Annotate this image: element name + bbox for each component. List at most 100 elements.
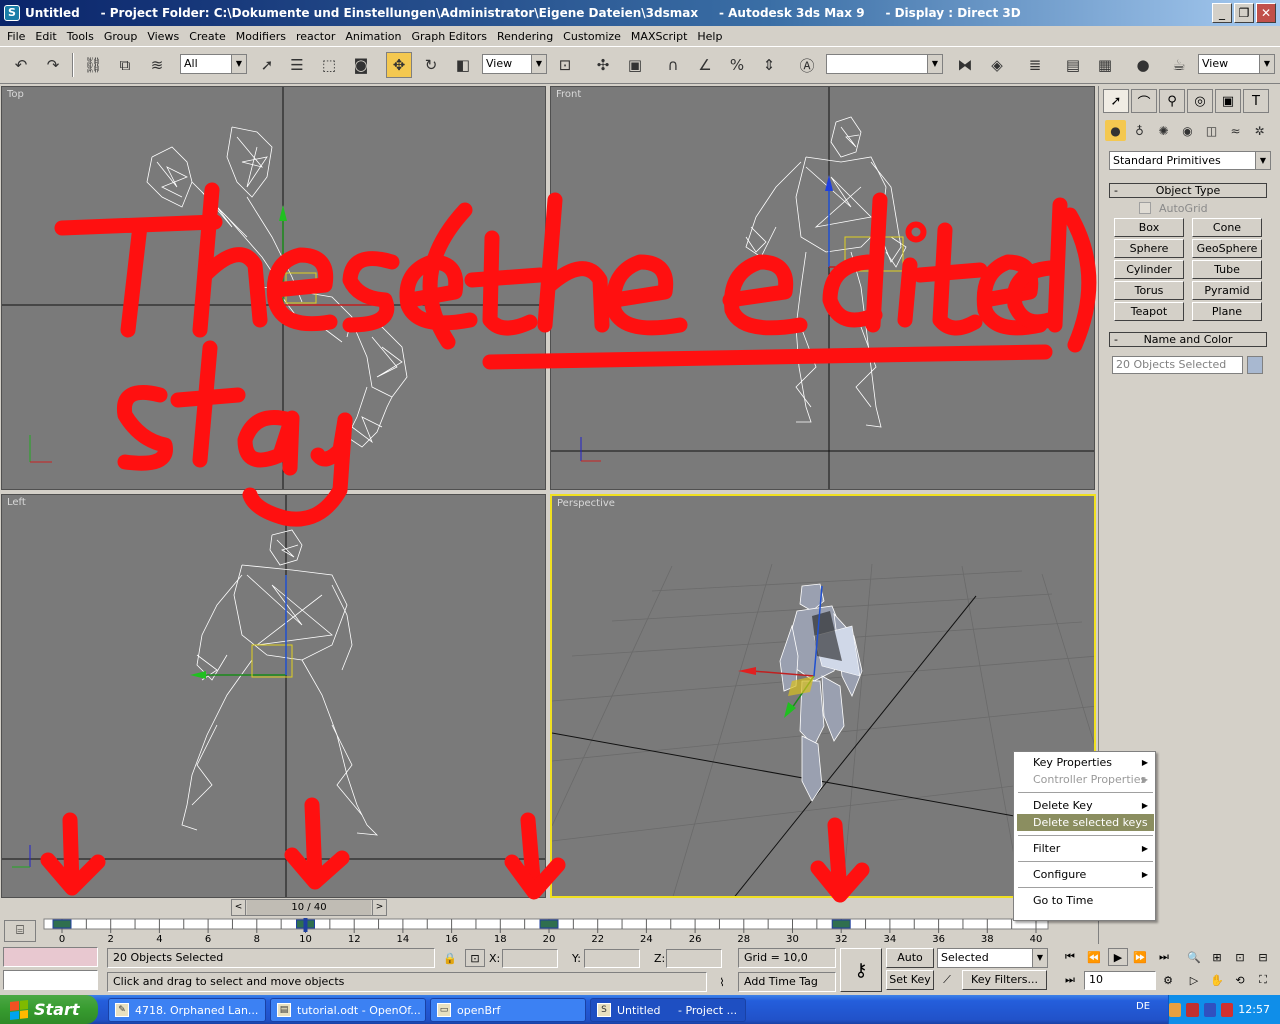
render-scene-icon[interactable]: ☕: [1166, 52, 1192, 78]
box-button[interactable]: Box: [1114, 218, 1184, 237]
autogrid-checkbox[interactable]: AutoGrid: [1139, 202, 1208, 215]
time-configuration-icon[interactable]: ⚙: [1158, 971, 1178, 989]
menu-create[interactable]: Create: [184, 30, 231, 43]
minimize-button[interactable]: _: [1212, 3, 1232, 23]
menu-item-delete-key[interactable]: Delete Key ▶: [1017, 797, 1154, 814]
z-coordinate-field[interactable]: [666, 949, 722, 968]
render-type-dropdown[interactable]: View ▼: [1198, 54, 1275, 74]
absolute-mode-icon[interactable]: ⊡: [465, 949, 485, 967]
chevron-left-icon[interactable]: <: [232, 900, 246, 915]
tray-app-icon[interactable]: [1186, 1002, 1199, 1017]
x-coordinate-field[interactable]: [502, 949, 558, 968]
menu-modifiers[interactable]: Modifiers: [231, 30, 291, 43]
taskbar-item[interactable]: ✎ 4718. Orphaned Lan...: [108, 998, 266, 1022]
viewport-top[interactable]: Top: [1, 86, 546, 490]
name-and-color-rollout[interactable]: - Name and Color: [1109, 332, 1267, 347]
taskbar-item[interactable]: ▭ openBrf: [430, 998, 586, 1022]
menu-item-configure[interactable]: Configure ▶: [1017, 866, 1154, 883]
helpers-icon[interactable]: ◫: [1201, 120, 1222, 141]
primitive-category-dropdown[interactable]: Standard Primitives ▼: [1109, 151, 1271, 170]
close-button[interactable]: ✕: [1256, 3, 1276, 23]
menu-item-go-to-time[interactable]: Go to Time: [1017, 892, 1154, 909]
redo-icon[interactable]: ↷: [40, 52, 66, 78]
lock-selection-icon[interactable]: 🔒: [440, 949, 460, 967]
schematic-view-icon[interactable]: ▦: [1092, 52, 1118, 78]
create-tab-icon[interactable]: ➚: [1103, 89, 1129, 113]
menu-reactor[interactable]: reactor: [291, 30, 340, 43]
time-slider[interactable]: < 10 / 40 >: [231, 899, 387, 916]
maximize-button[interactable]: ❐: [1234, 3, 1254, 23]
add-time-tag-button[interactable]: Add Time Tag: [738, 972, 836, 992]
menu-help[interactable]: Help: [692, 30, 727, 43]
maximize-viewport-icon[interactable]: ⛶: [1253, 971, 1273, 989]
modify-tab-icon[interactable]: ⌒: [1131, 89, 1157, 113]
curve-editor-icon[interactable]: ▤: [1060, 52, 1086, 78]
go-to-end-icon[interactable]: ⏭: [1154, 948, 1174, 966]
menu-item-key-properties[interactable]: Key Properties ▶: [1017, 754, 1154, 771]
menu-views[interactable]: Views: [142, 30, 184, 43]
space-warps-icon[interactable]: ≈: [1225, 120, 1246, 141]
select-link-icon[interactable]: ⛓: [80, 52, 106, 78]
material-editor-icon[interactable]: ●: [1130, 52, 1156, 78]
select-by-name-icon[interactable]: ☰: [284, 52, 310, 78]
tray-app-icon[interactable]: [1203, 1002, 1216, 1017]
taskbar-item[interactable]: S Untitled - Project ...: [590, 998, 746, 1022]
utilities-tab-icon[interactable]: T: [1243, 89, 1269, 113]
zoom-extents-all-icon[interactable]: ⊟: [1253, 948, 1273, 966]
shapes-icon[interactable]: ♁: [1129, 120, 1150, 141]
motion-tab-icon[interactable]: ◎: [1187, 89, 1213, 113]
undo-icon[interactable]: ↶: [8, 52, 34, 78]
bind-space-warp-icon[interactable]: ≋: [144, 52, 170, 78]
select-move-icon[interactable]: ✥: [386, 52, 412, 78]
go-to-start-icon[interactable]: ⏮: [1060, 948, 1080, 966]
next-frame-icon[interactable]: ⏩: [1130, 948, 1150, 966]
arc-rotate-icon[interactable]: ⟲: [1230, 971, 1250, 989]
chevron-right-icon[interactable]: >: [372, 900, 386, 915]
key-icon[interactable]: ⚷: [840, 948, 882, 992]
geometry-icon[interactable]: ●: [1105, 120, 1126, 141]
percent-snap-icon[interactable]: %: [724, 52, 750, 78]
key-mode-dropdown[interactable]: Selected ▼: [937, 948, 1048, 968]
menu-edit[interactable]: Edit: [30, 30, 61, 43]
3dsmax-icon[interactable]: S: [4, 5, 20, 21]
pyramid-button[interactable]: Pyramid: [1192, 281, 1262, 300]
zoom-extents-icon[interactable]: ⊡: [1230, 948, 1250, 966]
sphere-button[interactable]: Sphere: [1114, 239, 1184, 258]
pivot-center-icon[interactable]: ⊡: [552, 52, 578, 78]
hierarchy-tab-icon[interactable]: ⚲: [1159, 89, 1185, 113]
animation-key[interactable]: [52, 919, 72, 929]
snap-toggle-icon[interactable]: ∩: [660, 52, 686, 78]
menu-group[interactable]: Group: [99, 30, 143, 43]
lights-icon[interactable]: ✺: [1153, 120, 1174, 141]
cylinder-button[interactable]: Cylinder: [1114, 260, 1184, 279]
key-mode-toggle-icon[interactable]: ⏭: [1060, 971, 1080, 989]
plane-button[interactable]: Plane: [1192, 302, 1262, 321]
maxscript-listener-mini[interactable]: [3, 947, 98, 967]
viewport-front[interactable]: Front: [550, 86, 1095, 490]
tray-app-icon[interactable]: [1168, 1002, 1182, 1017]
display-tab-icon[interactable]: ▣: [1215, 89, 1241, 113]
keyboard-shortcut-icon[interactable]: ▣: [622, 52, 648, 78]
named-selection-dropdown[interactable]: ▼: [826, 54, 943, 74]
selection-filter-dropdown[interactable]: All ▼: [180, 54, 247, 74]
menu-item-filter[interactable]: Filter ▶: [1017, 840, 1154, 857]
menu-animation[interactable]: Animation: [340, 30, 406, 43]
select-rotate-icon[interactable]: ↻: [418, 52, 444, 78]
select-scale-icon[interactable]: ◧: [450, 52, 476, 78]
animation-key[interactable]: [831, 919, 851, 929]
menu-rendering[interactable]: Rendering: [492, 30, 558, 43]
unlink-icon[interactable]: ⧉: [112, 52, 138, 78]
start-button[interactable]: Start: [0, 995, 98, 1024]
menu-file[interactable]: File: [2, 30, 30, 43]
manipulate-icon[interactable]: ✣: [590, 52, 616, 78]
field-of-view-icon[interactable]: ▷: [1184, 971, 1204, 989]
mirror-icon[interactable]: ⧓: [952, 52, 978, 78]
time-tag-icon[interactable]: ⌇: [712, 973, 732, 991]
zoom-all-icon[interactable]: ⊞: [1207, 948, 1227, 966]
object-color-swatch[interactable]: [1247, 356, 1263, 374]
default-tangent-icon[interactable]: ⟋: [937, 971, 957, 989]
taskbar-item[interactable]: ▤ tutorial.odt - OpenOf...: [270, 998, 426, 1022]
systems-icon[interactable]: ✲: [1249, 120, 1270, 141]
language-indicator[interactable]: DE: [1136, 1001, 1150, 1012]
geosphere-button[interactable]: GeoSphere: [1192, 239, 1262, 258]
